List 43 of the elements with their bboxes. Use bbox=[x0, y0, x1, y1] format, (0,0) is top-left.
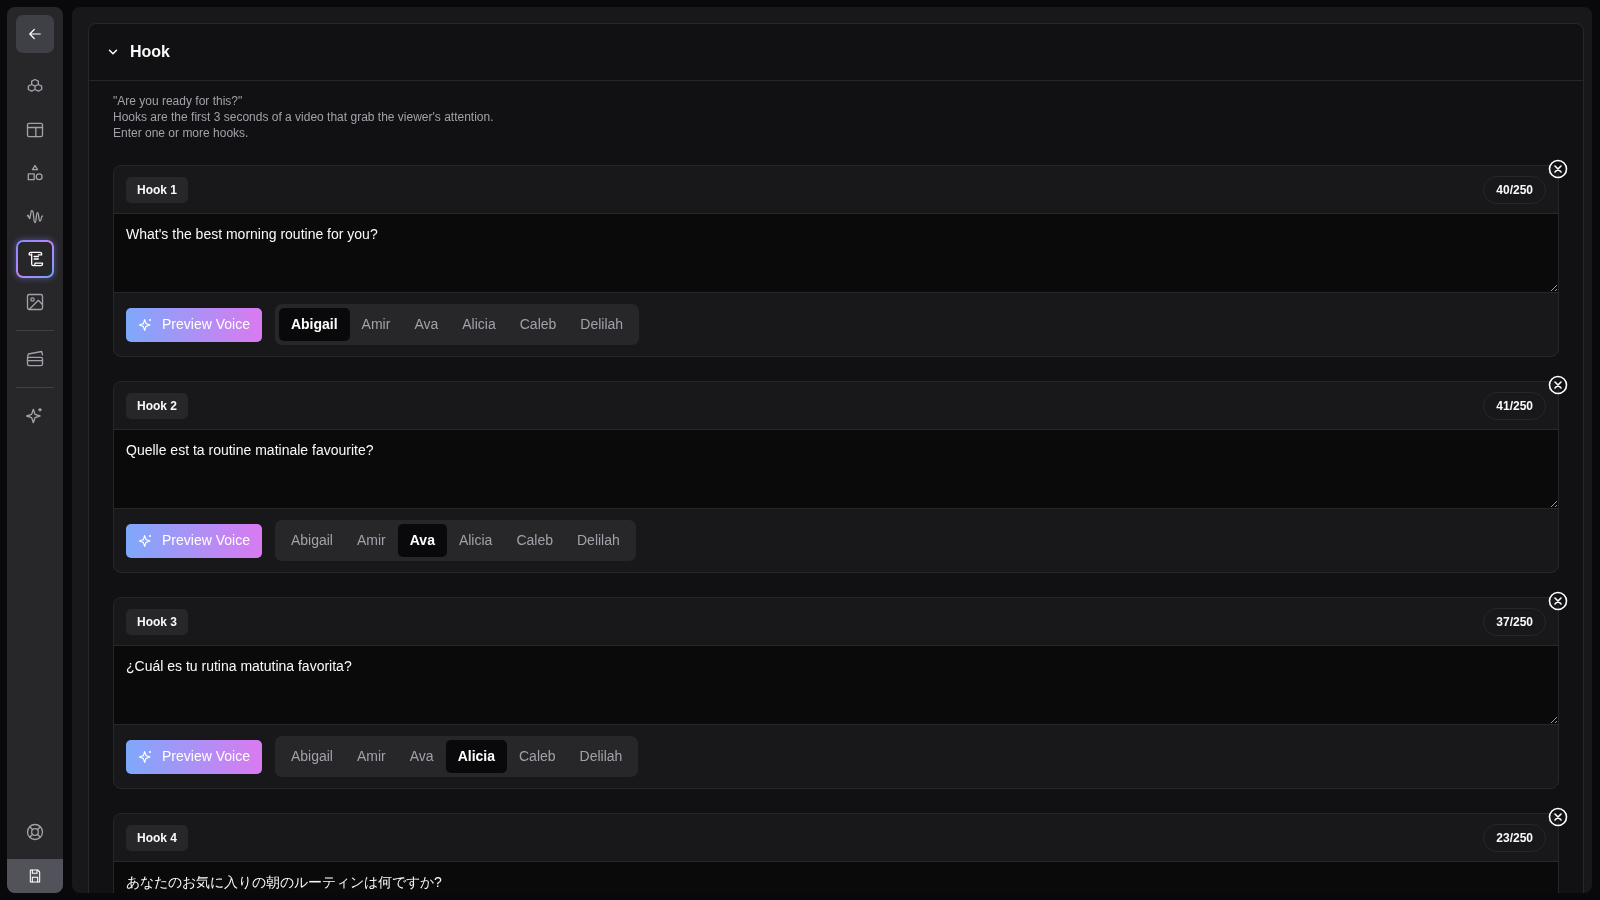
voice-option[interactable]: Amir bbox=[349, 308, 403, 341]
voice-option[interactable]: Amir bbox=[344, 740, 398, 773]
voice-option[interactable]: Ava bbox=[402, 308, 451, 341]
hook-text-field[interactable]: ¿Cuál es tu rutina matutina favorita? bbox=[114, 645, 1558, 725]
save-button[interactable] bbox=[7, 859, 63, 893]
voice-option[interactable]: Ava bbox=[397, 740, 446, 773]
description-text: Enter one or more hooks. bbox=[113, 125, 250, 141]
sparkles-icon bbox=[138, 316, 154, 333]
description-text: Hooks are the first 3 seconds of a video that grab the viewer's attention. bbox=[113, 109, 495, 125]
voice-option[interactable]: Abigail bbox=[278, 308, 350, 341]
voice-option[interactable]: Alicia bbox=[450, 308, 508, 341]
back-button[interactable] bbox=[16, 15, 54, 53]
sparkles-icon bbox=[138, 748, 154, 765]
voice-option[interactable]: Caleb bbox=[507, 308, 569, 341]
voice-option[interactable]: Alicia bbox=[445, 740, 507, 773]
hook-text-field[interactable]: What's the best morning routine for you? bbox=[114, 213, 1558, 293]
layout-icon bbox=[25, 120, 45, 140]
voice-option[interactable]: Alicia bbox=[446, 524, 505, 557]
sparkles-icon bbox=[138, 532, 154, 549]
hook-label: Hook 2 bbox=[126, 392, 188, 419]
section-title: Hook bbox=[130, 42, 170, 62]
shapes-icon bbox=[25, 163, 45, 183]
voice-option[interactable]: Delilah bbox=[568, 308, 636, 341]
hook-text-field[interactable]: Quelle est ta routine matinale favourite? bbox=[114, 429, 1558, 509]
clapperboard-icon bbox=[25, 349, 45, 369]
hook-label: Hook 4 bbox=[126, 824, 188, 851]
sidebar-item[interactable] bbox=[16, 240, 54, 278]
hook-text-field[interactable]: あなたのお気に入りの朝のルーティンは何ですか? bbox=[114, 861, 1558, 893]
voice-option[interactable]: Abigail bbox=[278, 740, 345, 773]
voice-option[interactable]: Ava bbox=[397, 524, 447, 557]
hook-label: Hook 1 bbox=[126, 176, 188, 203]
save-icon bbox=[27, 868, 43, 884]
voice-option[interactable]: Delilah bbox=[567, 740, 635, 773]
hook-label: Hook 3 bbox=[126, 608, 188, 635]
voice-option[interactable]: Abigail bbox=[278, 524, 345, 557]
sparkles-icon bbox=[25, 406, 45, 426]
voice-option[interactable]: Amir bbox=[344, 524, 398, 557]
voice-option[interactable]: Delilah bbox=[565, 524, 632, 557]
voice-option[interactable]: Caleb bbox=[507, 740, 568, 773]
description-text: "Are you ready for this?" bbox=[113, 93, 244, 109]
lifebuoy-icon bbox=[25, 822, 45, 842]
voice-option[interactable]: Caleb bbox=[504, 524, 565, 557]
image-icon bbox=[25, 292, 45, 312]
